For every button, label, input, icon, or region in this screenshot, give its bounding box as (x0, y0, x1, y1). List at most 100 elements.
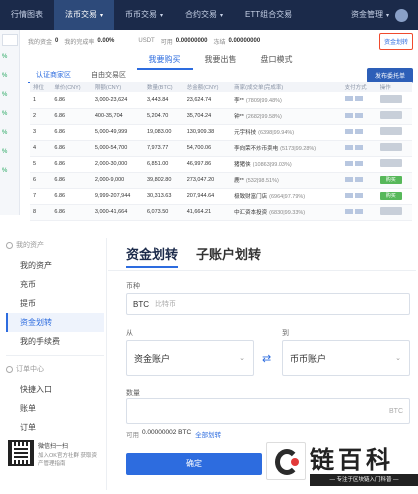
available-balance: 可用 0.00000002 BTC 全部划转 (126, 429, 221, 439)
strip-value: % (2, 111, 8, 117)
merchant-name[interactable]: 钟** (234, 114, 244, 120)
sidebar-item-my-assets[interactable]: 我的资产 (6, 256, 104, 275)
sidebar-item-withdraw[interactable]: 提币 (6, 294, 104, 313)
price-cell: 6.86 (51, 188, 92, 205)
merchant-name[interactable]: 极致财富门店 (234, 194, 267, 200)
rank-cell: 5 (30, 156, 52, 173)
tab-subaccount-transfer[interactable]: 子账户划转 (196, 244, 261, 268)
nav-item-ett[interactable]: ETT组合交易 (234, 0, 303, 30)
total-cell: 273,047.20 (183, 172, 232, 189)
total-cell: 130,909.38 (183, 124, 232, 141)
nav-item-fund-management[interactable]: 资金管理 ▾ (345, 0, 395, 30)
sidebar-item-transfer[interactable]: 资金划转 (6, 313, 104, 332)
alipay-icon (354, 128, 363, 134)
swap-icon[interactable]: ⇄ (262, 352, 271, 365)
buy-button[interactable]: 购买 (379, 192, 402, 200)
table-row: 7 6.86 9,999-207,944 30,313.63 207,944.64 极致财… (30, 188, 412, 205)
info-value: 0 (55, 38, 59, 44)
table-row: 8 6.86 3,000-41,664 6,073.50 41,664.21 中汇资本投资… (30, 204, 412, 221)
chevron-down-icon: ⌄ (239, 355, 245, 362)
nav-item-fiat-trading[interactable]: 法币交易 ▾ (54, 0, 115, 30)
bank-card-icon (344, 192, 353, 198)
limit-cell: 5,000-49,999 (91, 124, 144, 141)
merchant-name[interactable]: 鹿** (234, 178, 244, 184)
action-cell: 购买 (376, 172, 412, 189)
column-header: 操作 (376, 82, 412, 92)
action-cell (376, 156, 412, 173)
nav-item-contract-trading[interactable]: 合约交易 ▾ (174, 0, 234, 30)
info-label: 可用 (160, 39, 173, 46)
sidebar-item-fees[interactable]: 我的手续费 (6, 332, 104, 351)
payment-cell (341, 124, 377, 141)
chevron-down-icon: ▾ (220, 13, 224, 19)
buy-button[interactable] (379, 159, 402, 167)
quantity-cell: 7,973.77 (143, 140, 184, 157)
nav-item-coin-trading[interactable]: 币币交易 ▾ (114, 0, 174, 30)
post-order-button[interactable]: 发布委托单 (366, 67, 413, 83)
sidebar-item-orders[interactable]: 订单 (6, 418, 104, 437)
merchant-name[interactable]: 元宇科技 (234, 130, 256, 136)
price-cell: 6.86 (51, 172, 92, 189)
buy-button[interactable] (379, 127, 402, 135)
price-cell: 6.86 (51, 92, 92, 109)
merchant-name[interactable]: 李** (234, 98, 244, 104)
tab-sell[interactable]: 我要出售 (193, 54, 249, 70)
filter-free-trading[interactable]: 自由交易区 (83, 68, 134, 82)
tab-buy[interactable]: 我要购买 (136, 54, 193, 70)
alipay-icon (354, 208, 363, 214)
user-avatar-icon[interactable] (395, 8, 408, 22)
qr-description: 加入OK官方社群 获取资产管理指南 (38, 453, 97, 467)
action-cell (376, 204, 412, 221)
merchant-name[interactable]: 李向荣不炒币卖电 (234, 146, 278, 152)
watermark-logo-icon (266, 442, 306, 480)
sidebar-item-bills[interactable]: 账单 (6, 399, 104, 418)
rank-cell: 7 (30, 188, 52, 205)
buy-button[interactable]: 购买 (379, 176, 402, 184)
top-navigation: 行情图表 法币交易 ▾ 币币交易 ▾ 合约交易 ▾ ETT组合交易 资金管理 ▾ (0, 0, 418, 30)
filter-certified-merchants[interactable]: 认证商家区 (28, 68, 79, 83)
info-label: 我的完成率 (64, 39, 95, 46)
buy-button[interactable] (379, 111, 402, 119)
alipay-icon (354, 96, 363, 102)
buy-button[interactable] (379, 143, 402, 151)
buy-button[interactable] (379, 207, 402, 215)
coin-select[interactable]: BTC 比特币 (126, 293, 410, 315)
column-header: 商家(成交单|完成率) (231, 82, 342, 92)
sidebar-item-shortcuts[interactable]: 快捷入口 (6, 380, 104, 399)
transfer-all-link[interactable]: 全部划转 (195, 429, 221, 439)
confirm-button[interactable]: 确定 (126, 453, 262, 475)
left-strip: % % % % % % % (0, 30, 20, 215)
price-cell: 6.86 (51, 108, 92, 125)
to-account-select[interactable]: 币币账户 ⌄ (282, 340, 410, 376)
info-value: 0.00000000 (175, 38, 208, 44)
strip-box (2, 34, 18, 46)
tab-fund-transfer[interactable]: 资金划转 (126, 244, 179, 268)
strip-value: % (2, 149, 8, 155)
merchant-name[interactable]: 猪猪侠 (234, 162, 251, 168)
nav-item-label: 合约交易 (185, 10, 218, 19)
merchant-cell: 中汇资本投资 (6830|99.33%) (231, 204, 342, 221)
quantity-cell: 19,083.00 (143, 124, 184, 141)
sidebar-item-deposit[interactable]: 充币 (6, 275, 104, 294)
amount-input[interactable]: BTC (126, 398, 410, 424)
bank-card-icon (344, 96, 353, 102)
total-cell: 46,997.86 (183, 156, 232, 173)
merchant-cell: 李向荣不炒币卖电 (5173|99.28%) (231, 140, 342, 157)
tabs-divider (108, 270, 416, 271)
alipay-icon (354, 176, 363, 182)
sidebar-section-assets: 我的资产 (6, 238, 104, 252)
payment-cell (341, 188, 377, 205)
table-row: 5 6.86 2,000-30,000 6,851.00 46,997.86 猪猪侠 (10… (30, 156, 412, 173)
rank-cell: 2 (30, 108, 52, 125)
from-account-select[interactable]: 资金账户 ⌄ (126, 340, 254, 376)
limit-cell: 5,000-54,700 (91, 140, 144, 157)
table-row: 6 6.86 2,000-9,000 39,802.80 273,047.20 鹿** (5… (30, 172, 412, 189)
transfer-link[interactable]: 资金划转 (378, 32, 413, 50)
tab-orderbook[interactable]: 盘口模式 (249, 54, 305, 70)
merchant-name[interactable]: 中汇资本投资 (234, 210, 267, 216)
price-cell: 6.86 (51, 124, 92, 141)
bank-card-icon (344, 112, 353, 118)
payment-cell (341, 204, 377, 221)
nav-item-chart[interactable]: 行情图表 (0, 0, 54, 30)
buy-button[interactable] (379, 94, 402, 103)
